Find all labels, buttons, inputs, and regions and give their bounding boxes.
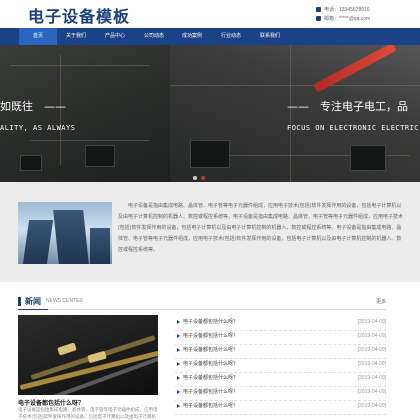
site-title[interactable]: 电子设备模板 (28, 3, 130, 27)
banner-slogan-en-right: FOCUS ON ELECTRONIC ELECTRIC (287, 124, 420, 132)
news-subtitle: NEWS CENTER (46, 298, 83, 304)
banner-slogan-en-left: ALITY, AS ALWAYS (0, 124, 76, 132)
news-divider-accent (18, 309, 48, 310)
email-text: 邮箱：*****@qq.com (324, 16, 371, 22)
nav-item-products[interactable]: 产品中心 (96, 28, 134, 45)
news-item-title: 电子设备都包括什么呀？ (183, 403, 239, 409)
news-list-item[interactable]: 电子设备都包括什么呀？ [2019-04-09] (175, 359, 386, 373)
contact-email: 邮箱：*****@qq.com (316, 15, 370, 22)
news-feature-image[interactable] (18, 315, 158, 395)
nav-item-contact[interactable]: 联系我们 (251, 28, 289, 45)
news-list-item[interactable]: 电子设备都包括什么呀？ [2019-04-09] (175, 317, 386, 331)
news-item-date: [2019-04-09] (357, 375, 386, 381)
arrow-right-icon (177, 334, 180, 338)
news-list: 电子设备都包括什么呀？ [2019-04-09] 电子设备都包括什么呀？ [20… (175, 317, 386, 415)
news-item-date: [2019-04-09] (357, 403, 386, 409)
news-list-item[interactable]: 电子设备都包括什么呀？ [2019-04-09] (175, 401, 386, 415)
hero-banner[interactable]: 如既往 —— ALITY, AS ALWAYS —— 专注电子电工，品 FOCU… (0, 45, 420, 182)
nav-item-about[interactable]: 关于我们 (57, 28, 95, 45)
news-divider (18, 309, 386, 310)
news-item-title: 电子设备都包括什么呀？ (183, 389, 239, 395)
news-header: 新闻 NEWS CENTER 更多 (18, 296, 386, 308)
news-item-title: 电子设备都包括什么呀？ (183, 375, 239, 381)
arrow-right-icon (177, 320, 180, 324)
nav-item-cases[interactable]: 成功案例 (173, 28, 211, 45)
news-item-date: [2019-04-09] (357, 347, 386, 353)
about-description: 电子设备是指由集成电路、晶体管、电子管等电子元器件组成，应用电子技术(包括)软件… (118, 203, 404, 253)
arrow-right-icon (177, 348, 180, 352)
about-building-image (18, 202, 112, 264)
arrow-right-icon (177, 362, 180, 366)
news-item-title: 电子设备都包括什么呀？ (183, 347, 239, 353)
banner-pagination (193, 176, 205, 180)
main-nav: 首页 关于我们 产品中心 公司动态 成功案例 行业动态 联系我们 (0, 28, 420, 45)
site-header: 电子设备模板 电话：12345678910 邮箱：*****@qq.com (0, 0, 420, 28)
banner-dot-1[interactable] (193, 176, 197, 180)
news-item-date: [2019-04-09] (357, 389, 386, 395)
phone-icon (316, 7, 321, 12)
arrow-right-icon (177, 376, 180, 380)
arrow-right-icon (177, 404, 180, 408)
news-list-item[interactable]: 电子设备都包括什么呀？ [2019-04-09] (175, 331, 386, 345)
banner-slogan-cn-right: —— 专注电子电工，品 (287, 100, 408, 113)
news-feature-text: 电子设备是指由集成电路、晶体管、电子管等电子元器件组成，应用电子技术(包括)软件… (18, 407, 158, 419)
about-section: 电子设备是指由集成电路、晶体管、电子管等电子元器件组成，应用电子技术(包括)软件… (0, 182, 420, 282)
news-list-item[interactable]: 电子设备都包括什么呀？ [2019-04-09] (175, 387, 386, 401)
phone-text: 电话：12345678910 (324, 7, 370, 13)
mail-icon (316, 16, 321, 21)
news-item-title: 电子设备都包括什么呀？ (183, 361, 239, 367)
news-title: 新闻 (25, 297, 41, 306)
news-item-date: [2019-04-09] (357, 361, 386, 367)
news-item-title: 电子设备都包括什么呀？ (183, 319, 239, 325)
news-item-date: [2019-04-09] (357, 333, 386, 339)
nav-item-home[interactable]: 首页 (19, 28, 57, 45)
nav-item-industry-news[interactable]: 行业动态 (212, 28, 250, 45)
news-item-date: [2019-04-09] (357, 319, 386, 325)
news-list-item[interactable]: 电子设备都包括什么呀？ [2019-04-09] (175, 345, 386, 359)
banner-dot-2[interactable] (201, 176, 205, 180)
banner-slogan-cn-left: 如既往 —— (0, 100, 66, 113)
news-accent-bar (18, 297, 21, 306)
news-item-title: 电子设备都包括什么呀？ (183, 333, 239, 339)
contact-phone: 电话：12345678910 (316, 6, 370, 13)
news-list-item[interactable]: 电子设备都包括什么呀？ [2019-04-09] (175, 373, 386, 387)
nav-item-company-news[interactable]: 公司动态 (135, 28, 173, 45)
news-more-link[interactable]: 更多 (376, 298, 386, 305)
arrow-right-icon (177, 390, 180, 394)
